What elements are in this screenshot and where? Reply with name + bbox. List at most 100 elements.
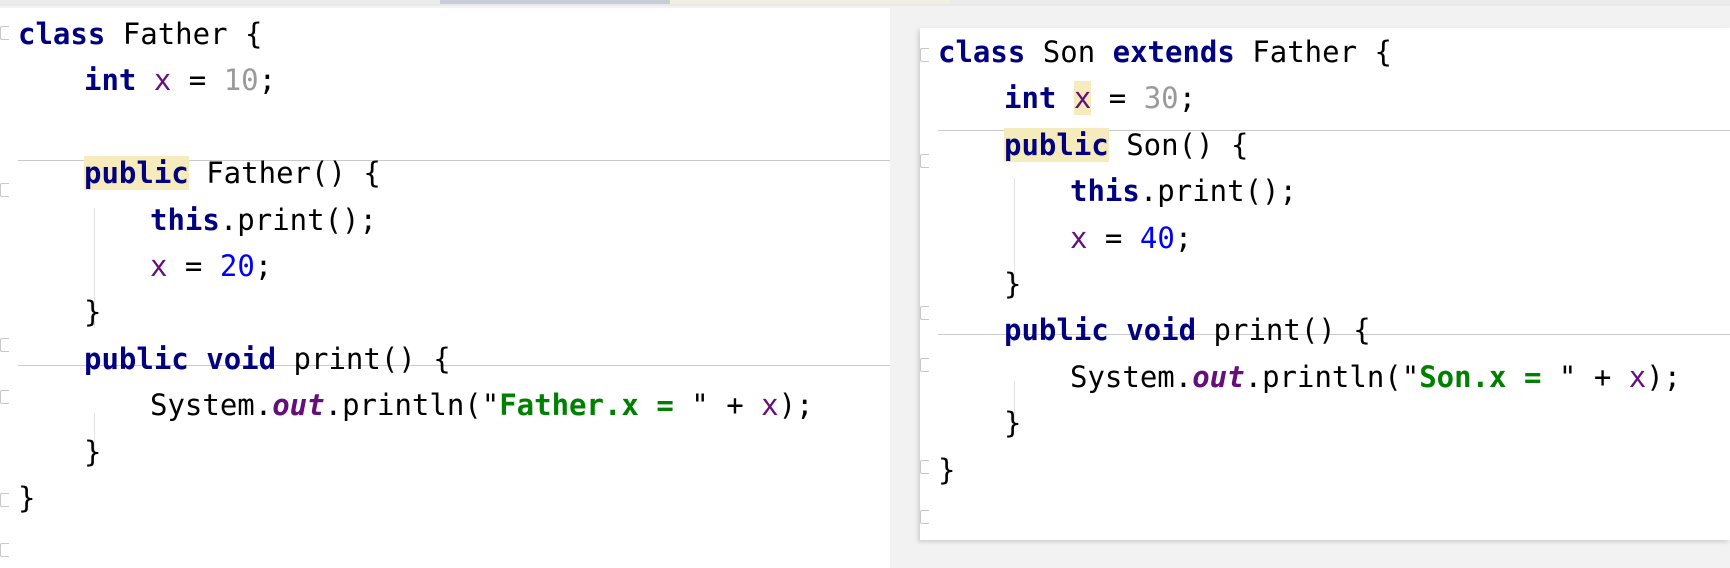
- code-token: out: [272, 388, 325, 423]
- fold-marker-icon[interactable]: [0, 390, 9, 404]
- code-line[interactable]: x = 40;: [1070, 218, 1192, 258]
- code-token: class: [938, 35, 1026, 69]
- code-token: x: [761, 388, 779, 423]
- code-line[interactable]: public void print() {: [84, 339, 451, 379]
- father-code-panel[interactable]: class Father { int x = 10; public Father()…: [0, 8, 890, 568]
- editor-tab-strip: [0, 0, 1730, 6]
- code-line[interactable]: System.out.println("Son.x = " + x);: [1070, 357, 1681, 397]
- active-tab-indicator[interactable]: [440, 0, 670, 4]
- code-token: Father() {: [188, 156, 381, 191]
- code-token: void: [1126, 313, 1197, 348]
- code-token: .print();: [1139, 174, 1297, 209]
- code-token: this: [1070, 174, 1140, 209]
- code-token: public: [1004, 313, 1109, 348]
- fold-marker-icon[interactable]: [920, 358, 929, 372]
- code-line[interactable]: x = 20;: [150, 246, 272, 286]
- code-token: .println(": [1244, 359, 1420, 394]
- code-token: x: [1628, 359, 1647, 394]
- fold-marker-icon[interactable]: [920, 306, 929, 320]
- code-line[interactable]: class Father {: [18, 14, 262, 54]
- code-token: =: [1091, 81, 1144, 116]
- code-token: ;: [258, 63, 277, 98]
- code-token: Father {: [105, 17, 263, 51]
- fold-marker-icon[interactable]: [920, 510, 929, 524]
- code-line[interactable]: int x = 30;: [1004, 78, 1196, 118]
- code-token: .println(": [324, 388, 500, 423]
- code-token: 10: [223, 63, 259, 98]
- code-line[interactable]: }: [84, 292, 101, 332]
- fold-marker-icon[interactable]: [920, 48, 929, 62]
- fold-marker-icon[interactable]: [0, 543, 9, 557]
- code-token: public: [84, 156, 189, 191]
- code-token: }: [1004, 267, 1022, 301]
- code-line[interactable]: this.print();: [1070, 171, 1297, 211]
- code-token: =: [1087, 220, 1140, 255]
- code-token: }: [938, 452, 956, 487]
- code-token: " +: [1558, 359, 1629, 394]
- fold-marker-icon[interactable]: [920, 460, 929, 474]
- code-line[interactable]: public Son() {: [1004, 125, 1248, 165]
- code-line[interactable]: }: [1004, 264, 1021, 304]
- code-line[interactable]: public void print() {: [1004, 310, 1371, 350]
- code-line[interactable]: int x = 10;: [84, 60, 276, 100]
- code-token: Father.x =: [499, 388, 692, 423]
- code-token: }: [1004, 406, 1022, 441]
- code-token: ;: [1178, 81, 1197, 116]
- code-token: x: [150, 249, 168, 283]
- editor-stage: class Father { int x = 10; public Father()…: [0, 0, 1730, 568]
- code-token: .print();: [219, 202, 377, 237]
- code-token: 30: [1143, 81, 1179, 116]
- code-token: ;: [254, 249, 273, 283]
- code-token: int: [1004, 81, 1057, 116]
- code-line[interactable]: public Father() {: [84, 153, 381, 193]
- code-token: );: [1646, 359, 1682, 394]
- code-line[interactable]: }: [1004, 403, 1021, 443]
- code-token: 20: [219, 249, 255, 283]
- fold-marker-icon[interactable]: [0, 338, 9, 352]
- code-token: " +: [691, 388, 762, 423]
- code-token: Father {: [1234, 35, 1392, 69]
- code-line[interactable]: }: [18, 478, 35, 518]
- code-token: =: [167, 249, 220, 283]
- code-token: out: [1192, 359, 1245, 394]
- code-token: void: [206, 341, 277, 376]
- code-token: print() {: [1196, 313, 1371, 348]
- code-line[interactable]: }: [84, 432, 101, 472]
- fold-marker-icon[interactable]: [0, 26, 9, 40]
- code-token: System.: [150, 388, 273, 423]
- code-token: Son: [1025, 35, 1113, 69]
- code-token: print() {: [276, 341, 451, 376]
- code-token: int: [84, 63, 137, 98]
- code-token: extends: [1112, 35, 1235, 69]
- code-line[interactable]: class Son extends Father {: [938, 32, 1392, 72]
- fold-marker-icon[interactable]: [920, 154, 929, 168]
- fold-marker-icon[interactable]: [0, 183, 9, 197]
- code-token: ;: [1174, 220, 1193, 255]
- code-line[interactable]: }: [938, 450, 955, 490]
- fold-marker-icon[interactable]: [0, 493, 9, 507]
- code-line[interactable]: System.out.println("Father.x = " + x);: [150, 385, 814, 425]
- code-token: }: [18, 481, 36, 515]
- tab-indicator[interactable]: [670, 0, 950, 4]
- code-token: );: [778, 388, 814, 423]
- code-token: }: [84, 295, 102, 330]
- code-token: Son() {: [1108, 127, 1249, 162]
- code-token: this: [150, 202, 220, 237]
- code-token: =: [171, 63, 224, 98]
- code-token: x: [1070, 220, 1088, 255]
- code-token: System.: [1070, 359, 1193, 394]
- code-token: class: [18, 17, 106, 51]
- code-line[interactable]: this.print();: [150, 200, 377, 240]
- code-token: public: [1004, 127, 1109, 162]
- code-token: x: [153, 63, 172, 98]
- code-token: Son.x =: [1419, 359, 1559, 394]
- son-code-panel[interactable]: class Son extends Father { int x = 30; pub…: [920, 28, 1730, 540]
- code-token: x: [1073, 81, 1092, 116]
- code-token: 40: [1139, 220, 1175, 255]
- code-token: public: [84, 341, 189, 376]
- code-token: }: [84, 434, 102, 469]
